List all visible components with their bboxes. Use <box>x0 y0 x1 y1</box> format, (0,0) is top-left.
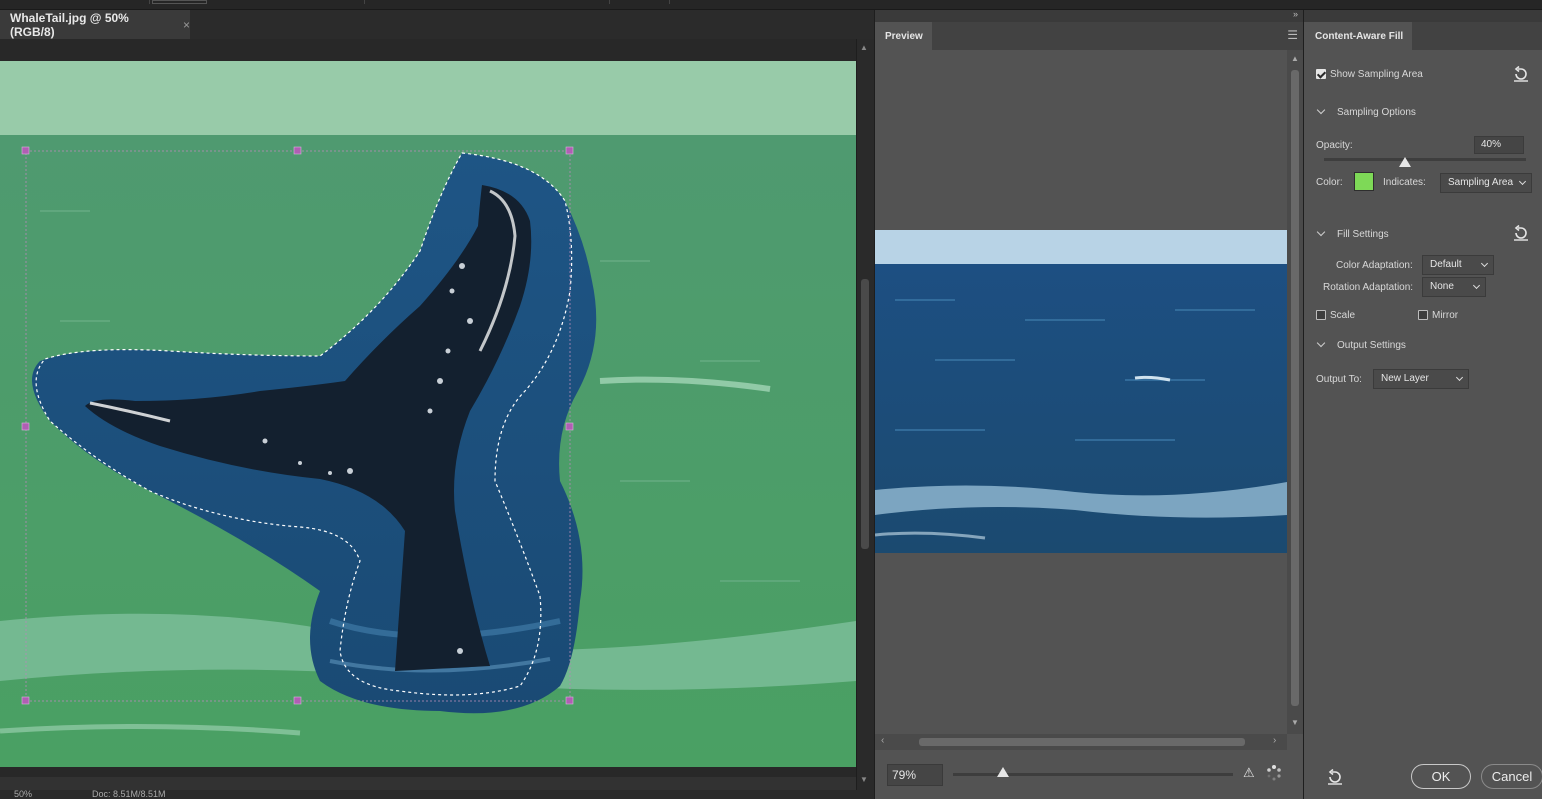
output-settings-header[interactable]: Output Settings <box>1337 340 1406 351</box>
close-icon[interactable]: × <box>183 18 190 32</box>
cancel-button[interactable]: Cancel <box>1481 764 1542 789</box>
options-bar-segment <box>620 0 670 4</box>
status-zoom[interactable]: 50% <box>14 789 32 799</box>
chevron-down-icon[interactable] <box>1316 105 1326 115</box>
scroll-left-icon[interactable]: ‹ <box>881 735 884 746</box>
caf-tab-label: Content-Aware Fill <box>1315 30 1404 42</box>
document-tab-title: WhaleTail.jpg @ 50% (RGB/8) <box>10 10 129 39</box>
whale-tail-image <box>0 61 856 767</box>
tab-preview[interactable]: Preview <box>875 22 932 50</box>
indicates-dropdown[interactable]: Sampling Area <box>1440 173 1532 193</box>
preview-tab-label: Preview <box>885 30 923 42</box>
chevron-down-icon <box>1518 177 1527 186</box>
opacity-slider[interactable] <box>1324 158 1526 161</box>
indicates-value: Sampling Area <box>1448 177 1514 188</box>
chevron-down-icon <box>1480 259 1489 268</box>
preview-tab-bar: Preview ☰ <box>875 22 1304 50</box>
content-aware-fill-panel: Content-Aware Fill Show Sampling Area Sa… <box>1303 10 1542 799</box>
mirror-label: Mirror <box>1432 310 1459 321</box>
color-adaptation-dropdown[interactable]: Default <box>1422 255 1494 275</box>
scrollbar-thumb[interactable] <box>919 738 1245 746</box>
chevron-down-icon <box>1455 373 1464 382</box>
scrollbar-thumb[interactable] <box>1291 70 1299 706</box>
status-bar: 50% Doc: 8.51M/8.51M <box>0 789 874 799</box>
color-adaptation-value: Default <box>1430 259 1462 270</box>
document-tab-bar: WhaleTail.jpg @ 50% (RGB/8) × <box>0 10 874 39</box>
rotation-adaptation-label: Rotation Adaptation: <box>1323 282 1414 293</box>
scroll-up-icon[interactable]: ▲ <box>1291 54 1299 63</box>
show-sampling-area-label: Show Sampling Area <box>1330 69 1423 80</box>
caf-tab-bar: Content-Aware Fill <box>1304 22 1542 50</box>
output-to-label: Output To: <box>1316 374 1362 385</box>
options-bar-segment <box>215 0 365 4</box>
scale-label: Scale <box>1330 310 1356 321</box>
scroll-down-icon[interactable]: ▼ <box>1291 718 1299 727</box>
mirror-checkbox[interactable] <box>1418 310 1428 320</box>
opacity-label: Opacity: <box>1316 140 1353 151</box>
zoom-slider-handle[interactable] <box>997 767 1010 777</box>
warning-icon: ⚠ <box>1243 765 1255 780</box>
preview-vertical-scrollbar[interactable]: ▲ ▼ <box>1287 50 1304 734</box>
fill-settings-header[interactable]: Fill Settings <box>1337 229 1389 240</box>
sampling-color-swatch[interactable] <box>1354 172 1374 191</box>
status-doc-size: Doc: 8.51M/8.51M <box>92 789 166 799</box>
reset-all-icon[interactable] <box>1326 769 1344 785</box>
preview-ocean-image <box>875 230 1287 553</box>
progress-spinner-icon <box>1267 765 1281 781</box>
panel-header-strip <box>1304 10 1542 22</box>
photoshop-window: WhaleTail.jpg @ 50% (RGB/8) × ▲ ▼ 50% Do… <box>0 0 1542 799</box>
document-canvas[interactable] <box>0 61 856 767</box>
scroll-down-icon[interactable]: ▼ <box>860 775 868 784</box>
rotation-adaptation-value: None <box>1430 281 1454 292</box>
opacity-input[interactable]: 40% <box>1474 136 1524 154</box>
color-adaptation-label: Color Adaptation: <box>1336 260 1413 271</box>
preview-zoom-slider[interactable] <box>953 773 1233 776</box>
collapse-panels-icon[interactable]: » <box>1293 9 1298 19</box>
scale-checkbox[interactable] <box>1316 310 1326 320</box>
document-vertical-scrollbar[interactable]: ▲ ▼ <box>856 39 874 790</box>
indicates-label: Indicates: <box>1383 177 1426 188</box>
show-sampling-area-checkbox[interactable] <box>1316 69 1326 79</box>
chevron-down-icon <box>1472 281 1481 290</box>
options-bar-segment <box>370 0 610 4</box>
preview-zoom-input[interactable]: 79% <box>887 764 943 786</box>
chevron-down-icon[interactable] <box>1316 227 1326 237</box>
document-tab[interactable]: WhaleTail.jpg @ 50% (RGB/8) × <box>0 10 190 39</box>
color-label: Color: <box>1316 177 1343 188</box>
preview-footer: 79% ⚠ <box>875 750 1304 799</box>
scroll-up-icon[interactable]: ▲ <box>860 43 868 52</box>
preview-panel: » Preview ☰ ▲ ▼ ‹ › 79% ⚠ <box>874 9 1304 799</box>
panel-menu-icon[interactable]: ☰ <box>1287 28 1298 42</box>
output-to-dropdown[interactable]: New Layer <box>1373 369 1469 389</box>
ok-button[interactable]: OK <box>1411 764 1471 789</box>
options-bar-segment <box>152 0 207 4</box>
preview-image[interactable] <box>875 230 1287 553</box>
options-bar-edge <box>0 0 1542 10</box>
sampling-options-header[interactable]: Sampling Options <box>1337 107 1416 118</box>
tab-content-aware-fill[interactable]: Content-Aware Fill <box>1304 22 1412 50</box>
opacity-slider-handle[interactable] <box>1398 157 1411 167</box>
rotation-adaptation-dropdown[interactable]: None <box>1422 277 1486 297</box>
scroll-right-icon[interactable]: › <box>1273 735 1276 746</box>
scrollbar-thumb[interactable] <box>861 279 869 549</box>
reset-icon[interactable] <box>1512 66 1530 82</box>
chevron-down-icon[interactable] <box>1316 338 1326 348</box>
preview-horizontal-scrollbar[interactable]: ‹ › <box>875 734 1287 750</box>
reset-icon[interactable] <box>1512 225 1530 241</box>
output-to-value: New Layer <box>1381 373 1429 384</box>
options-bar-segment <box>60 0 150 4</box>
panel-header-strip: » <box>875 9 1304 22</box>
